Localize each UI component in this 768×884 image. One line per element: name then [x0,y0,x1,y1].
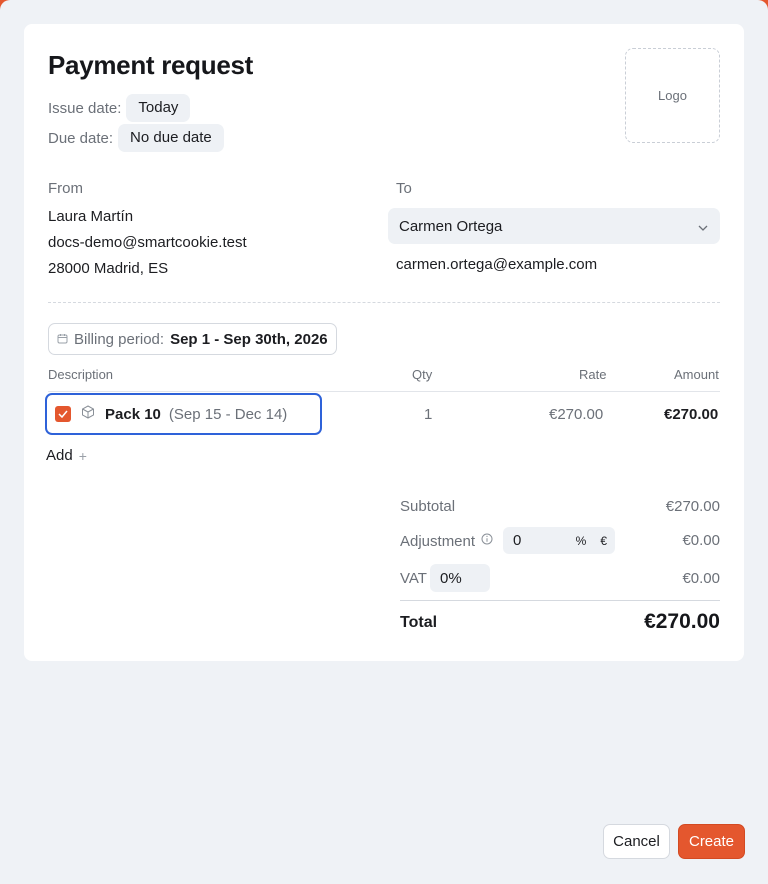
issue-date-chip[interactable]: Today [126,94,191,122]
invoice-card: Payment request Issue date: Today Due da… [24,24,744,661]
to-email: carmen.ortega@example.com [396,256,598,273]
page-title: Payment request [48,50,254,80]
billing-period-value: Sep 1 - Sep 30th, 2026 [170,330,328,348]
adjustment-label: Adjustment [400,532,476,550]
row-amount: €270.00 [664,406,719,423]
subtotal-value: €270.00 [665,498,720,515]
column-header-rate: Rate [579,367,607,382]
column-header-qty: Qty [412,367,433,382]
package-icon [81,404,95,424]
create-button[interactable]: Create [678,824,745,859]
due-date-row: Due date: No due date [48,124,224,152]
vat-input-value: 0% [440,569,462,587]
row-checkbox[interactable] [55,406,71,422]
logo-upload[interactable]: Logo [625,48,720,143]
vat-input[interactable]: 0% [430,564,490,592]
chevron-down-icon [698,218,708,235]
billing-period-label: Billing period: [74,330,165,348]
recipient-selected: Carmen Ortega [399,217,503,235]
adjustment-percent-toggle[interactable]: % [576,534,587,548]
to-label: To [396,180,412,197]
add-line-button[interactable]: Add + [46,447,87,464]
adjustment-input[interactable]: 0 % € [503,527,615,554]
plus-icon: + [78,447,87,464]
vat-label: VAT [400,570,427,587]
item-range: (Sep 15 - Dec 14) [168,405,288,423]
due-date-chip[interactable]: No due date [118,124,224,152]
column-header-amount: Amount [674,367,719,382]
recipient-select[interactable]: Carmen Ortega [388,208,720,244]
check-icon [58,410,68,418]
adjustment-input-value: 0 [513,532,522,549]
total-label: Total [400,614,438,631]
item-name: Pack 10 [105,405,161,423]
issue-date-row: Issue date: Today [48,94,191,122]
billing-period-button[interactable]: Billing period: Sep 1 - Sep 30th, 2026 [48,323,337,355]
vat-value: €0.00 [682,570,720,587]
issue-date-label: Issue date: [48,99,122,117]
total-value: €270.00 [644,610,720,633]
adjustment-label-group: Adjustment [400,532,493,550]
cancel-button[interactable]: Cancel [603,824,670,859]
logo-label: Logo [658,88,687,103]
adjustment-value: €0.00 [682,532,720,549]
subtotal-label: Subtotal [400,498,456,515]
column-header-description: Description [48,367,114,382]
add-label: Add [46,447,73,464]
calendar-icon [57,331,68,348]
payment-request-modal: Payment request Issue date: Today Due da… [0,0,768,884]
section-divider [48,302,720,303]
total-rule [400,600,720,601]
from-name: Laura Martín [48,208,134,225]
row-qty: 1 [424,406,433,423]
info-icon[interactable] [481,532,493,550]
from-email: docs-demo@smartcookie.test [48,234,247,251]
from-address: 28000 Madrid, ES [48,260,169,277]
from-label: From [48,180,83,197]
adjustment-currency-toggle[interactable]: € [600,534,607,548]
row-rate: €270.00 [549,406,604,423]
table-row[interactable]: Pack 10 (Sep 15 - Dec 14) [45,393,322,435]
table-header-rule [48,391,720,392]
due-date-label: Due date: [48,129,114,147]
